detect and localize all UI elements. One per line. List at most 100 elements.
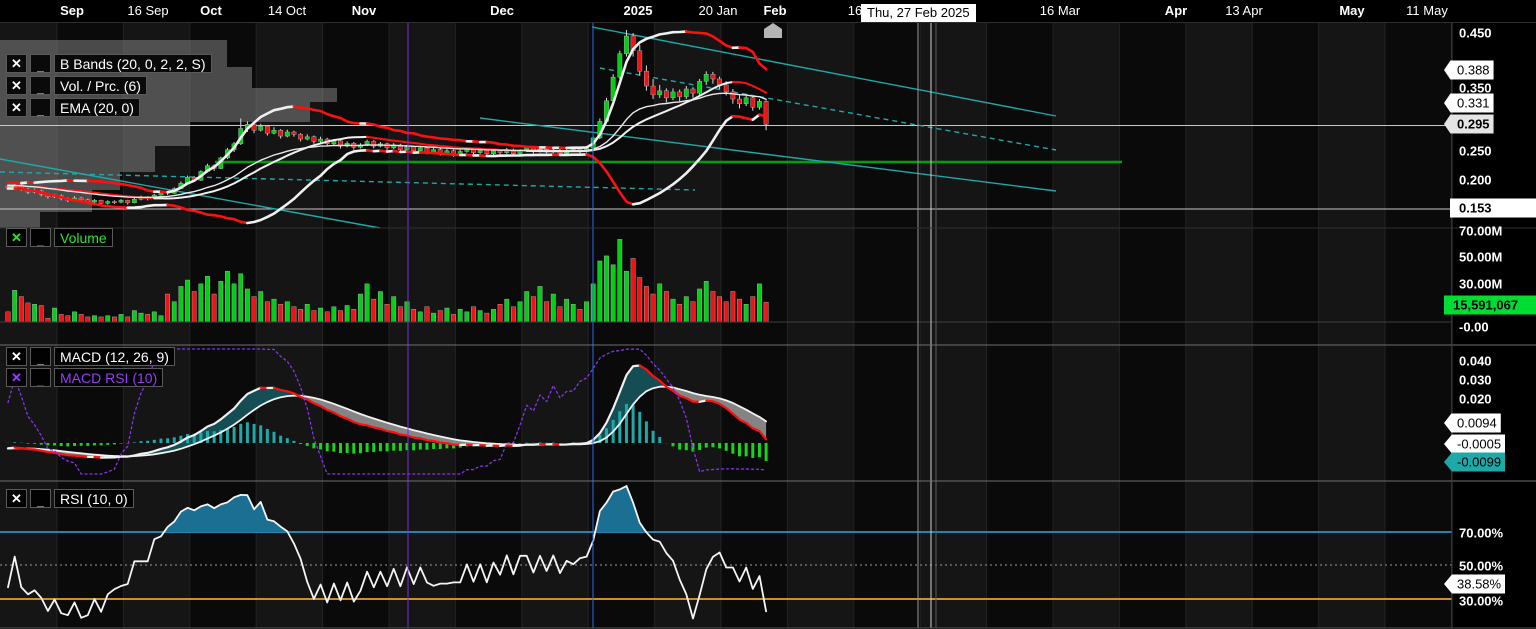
volume-bar <box>132 311 136 322</box>
volume-bar <box>584 302 588 322</box>
volume-bar <box>498 304 502 322</box>
macd-histogram-bar <box>46 443 49 445</box>
volume-bar <box>245 289 249 322</box>
volume-bar <box>325 312 329 322</box>
volume-bar <box>338 311 342 322</box>
period-stripe <box>1385 22 1451 628</box>
macd-histogram-bar <box>279 436 282 443</box>
macd-histogram-bar <box>346 443 349 453</box>
macd-histogram-bar <box>439 443 442 449</box>
volume-bar <box>352 309 356 322</box>
macd-histogram-bar <box>632 405 635 443</box>
minimize-icon[interactable]: _ <box>30 368 51 387</box>
candle-body <box>285 132 289 136</box>
macd-histogram-bar <box>159 439 162 443</box>
macd-histogram-bar <box>386 443 389 451</box>
volume-bar <box>19 297 23 322</box>
macd-histogram-bar <box>731 443 734 454</box>
minimize-icon[interactable]: _ <box>30 347 51 366</box>
macd-histogram-bar <box>113 443 116 444</box>
volume-bar <box>664 291 668 322</box>
indicator-label-macd-rsi[interactable]: MACD RSI (10) <box>54 368 163 387</box>
macd-histogram-bar <box>412 443 415 450</box>
indicator-row-volume: ✕ _ Volume <box>6 228 113 247</box>
volume-bar <box>751 297 755 322</box>
candle-body <box>485 150 489 154</box>
close-icon[interactable]: ✕ <box>6 98 27 117</box>
indicator-label-volprc[interactable]: Vol. / Prc. (6) <box>54 76 147 95</box>
indicator-label-volume[interactable]: Volume <box>54 228 113 247</box>
volume-bar <box>59 314 63 322</box>
macd-histogram-bar <box>53 443 56 446</box>
candle-body <box>757 101 761 107</box>
macd-histogram-bar <box>239 424 242 443</box>
close-icon[interactable]: ✕ <box>6 76 27 95</box>
minimize-icon[interactable]: _ <box>30 489 51 508</box>
volume-bar <box>558 307 562 322</box>
macd-histogram-bar <box>80 443 83 446</box>
volume-bar <box>531 297 535 322</box>
macd-histogram-bar <box>26 443 29 444</box>
macd-histogram-bar <box>253 424 256 443</box>
macd-histogram-bar <box>259 425 262 443</box>
macd-histogram-bar <box>652 431 655 443</box>
volume-bar <box>491 309 495 322</box>
indicator-row-rsi: ✕ _ RSI (10, 0) <box>6 489 134 508</box>
indicator-label-rsi[interactable]: RSI (10, 0) <box>54 489 134 508</box>
macd-histogram-bar <box>153 440 156 443</box>
volume-bar <box>192 291 196 322</box>
candle-body <box>651 86 655 95</box>
minimize-icon[interactable]: _ <box>30 76 51 95</box>
minimize-icon[interactable]: _ <box>30 228 51 247</box>
volume-bar <box>431 313 435 322</box>
macd-histogram-bar <box>33 443 36 444</box>
time-axis[interactable]: Sep16 SepOct14 OctNovDec202520 JanFeb161… <box>0 0 1536 23</box>
volume-bar <box>757 284 761 322</box>
candle-body <box>405 147 409 150</box>
macd-histogram-bar <box>366 443 369 452</box>
close-icon[interactable]: ✕ <box>6 368 27 387</box>
volume-bar <box>518 302 522 322</box>
volume-bar <box>731 291 735 322</box>
macd-histogram-bar <box>625 404 628 443</box>
indicator-label-ema[interactable]: EMA (20, 0) <box>54 98 140 117</box>
macd-histogram-bar <box>718 443 721 448</box>
chart-canvas[interactable] <box>0 0 1536 629</box>
time-axis-label: 16 Mar <box>1040 3 1080 18</box>
candle-body <box>119 200 123 202</box>
volume-bar <box>119 314 123 322</box>
macd-histogram-bar <box>106 443 109 445</box>
macd-histogram-bar <box>758 443 761 457</box>
volume-bar <box>651 294 655 322</box>
indicator-label-bbands[interactable]: B Bands (20, 0, 2, 2, S) <box>54 54 212 73</box>
macd-histogram-bar <box>638 412 641 443</box>
minimize-icon[interactable]: _ <box>30 54 51 73</box>
candle-body <box>418 148 422 151</box>
volume-bar <box>165 294 169 322</box>
candle-body <box>644 71 648 86</box>
close-icon[interactable]: ✕ <box>6 347 27 366</box>
indicator-row-ema: ✕ _ EMA (20, 0) <box>6 98 140 117</box>
volume-bar <box>525 291 529 322</box>
volume-bar <box>46 318 50 322</box>
candle-body <box>671 92 675 98</box>
volume-bar <box>564 299 568 322</box>
macd-histogram-bar <box>13 442 16 443</box>
period-stripe <box>455 22 521 628</box>
candle-body <box>99 200 103 203</box>
volume-bar <box>398 307 402 322</box>
volume-bar <box>52 308 56 322</box>
bollinger-lower-line <box>760 115 767 117</box>
close-icon[interactable]: ✕ <box>6 489 27 508</box>
close-icon[interactable]: ✕ <box>6 228 27 247</box>
time-axis-label: 11 May <box>1406 3 1448 18</box>
volume-bar <box>272 299 276 322</box>
indicator-label-macd[interactable]: MACD (12, 26, 9) <box>54 347 175 366</box>
close-icon[interactable]: ✕ <box>6 54 27 73</box>
volume-bar <box>598 261 602 322</box>
minimize-icon[interactable]: _ <box>30 98 51 117</box>
volume-bar <box>358 294 362 322</box>
volume-bar <box>199 284 203 322</box>
volume-bar <box>624 271 628 322</box>
macd-histogram-bar <box>140 441 143 443</box>
